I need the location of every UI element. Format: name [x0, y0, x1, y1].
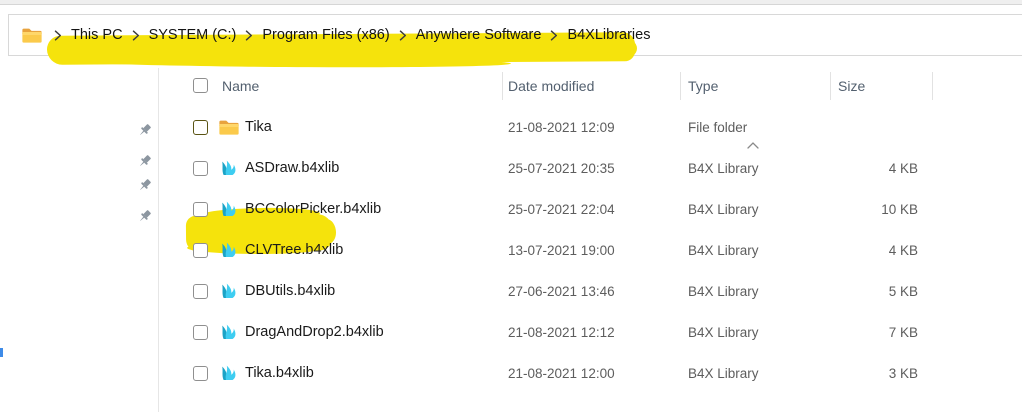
file-type: B4X Library: [688, 284, 759, 299]
file-name: ASDraw.b4xlib: [245, 160, 339, 176]
file-date-modified: 21-08-2021 12:09: [508, 120, 615, 135]
file-date-modified: 25-07-2021 22:04: [508, 202, 615, 217]
b4x-library-icon: [219, 158, 239, 178]
address-bar[interactable]: This PC SYSTEM (C:) Program Files (x86) …: [8, 14, 1022, 56]
breadcrumb-item[interactable]: This PC: [71, 27, 123, 43]
file-type: B4X Library: [688, 325, 759, 340]
chevron-right-icon: [245, 30, 253, 41]
column-header-type[interactable]: Type: [688, 78, 718, 94]
file-name: DBUtils.b4xlib: [245, 283, 335, 299]
b4x-library-icon: [219, 240, 239, 260]
folder-icon: [218, 118, 240, 137]
file-name: Tika.b4xlib: [245, 365, 314, 381]
file-type: B4X Library: [688, 161, 759, 176]
row-checkbox[interactable]: [193, 366, 208, 381]
address-folder-icon-slot: [21, 26, 43, 45]
breadcrumb-chevron-icon[interactable]: [54, 30, 62, 41]
breadcrumb-chevron-icon[interactable]: [132, 30, 140, 41]
file-size: 4 KB: [808, 161, 918, 176]
row-checkbox[interactable]: [193, 284, 208, 299]
file-size: 3 KB: [808, 366, 918, 381]
breadcrumb-chevron-icon[interactable]: [245, 30, 253, 41]
file-icon-slot: [218, 363, 240, 383]
file-row[interactable]: Tika 21-08-2021 12:09 File folder: [0, 107, 1022, 148]
file-icon-slot: [218, 199, 240, 219]
row-checkbox[interactable]: [193, 120, 208, 135]
chevron-right-icon: [550, 30, 558, 41]
file-size: 4 KB: [808, 243, 918, 258]
file-date-modified: 25-07-2021 20:35: [508, 161, 615, 176]
file-type: B4X Library: [688, 202, 759, 217]
chevron-right-icon: [54, 30, 62, 41]
file-icon-slot: [218, 158, 240, 178]
file-name: BCColorPicker.b4xlib: [245, 201, 381, 217]
b4x-library-icon: [219, 322, 239, 342]
breadcrumb-chevron-icon[interactable]: [399, 30, 407, 41]
file-name: CLVTree.b4xlib: [245, 242, 343, 258]
file-type: B4X Library: [688, 243, 759, 258]
column-header-size[interactable]: Size: [838, 78, 865, 94]
row-checkbox[interactable]: [193, 161, 208, 176]
select-all-checkbox[interactable]: [193, 78, 208, 93]
file-date-modified: 27-06-2021 13:46: [508, 284, 615, 299]
column-header-date-modified[interactable]: Date modified: [508, 78, 594, 94]
file-row[interactable]: DragAndDrop2.b4xlib 21-08-2021 12:12 B4X…: [0, 312, 1022, 353]
column-header-row: Name Date modified Type Size: [0, 70, 1022, 102]
file-icon-slot: [218, 281, 240, 301]
row-checkbox[interactable]: [193, 202, 208, 217]
file-size: 7 KB: [808, 325, 918, 340]
breadcrumb-chevron-icon[interactable]: [550, 30, 558, 41]
folder-icon: [21, 26, 43, 45]
file-size: 5 KB: [808, 284, 918, 299]
file-row[interactable]: BCColorPicker.b4xlib 25-07-2021 22:04 B4…: [0, 189, 1022, 230]
file-type: B4X Library: [688, 366, 759, 381]
file-type: File folder: [688, 120, 747, 135]
column-header-name[interactable]: Name: [222, 78, 259, 94]
file-name: DragAndDrop2.b4xlib: [245, 324, 384, 340]
file-name: Tika: [245, 119, 272, 135]
file-row[interactable]: CLVTree.b4xlib 13-07-2021 19:00 B4X Libr…: [0, 230, 1022, 271]
breadcrumb-item[interactable]: SYSTEM (C:): [149, 27, 237, 43]
chevron-right-icon: [132, 30, 140, 41]
b4x-library-icon: [219, 281, 239, 301]
file-date-modified: 13-07-2021 19:00: [508, 243, 615, 258]
row-checkbox[interactable]: [193, 325, 208, 340]
window-top-strip: [0, 0, 1022, 5]
file-row[interactable]: Tika.b4xlib 21-08-2021 12:00 B4X Library…: [0, 353, 1022, 394]
breadcrumb: This PC SYSTEM (C:) Program Files (x86) …: [9, 15, 650, 55]
breadcrumb-item[interactable]: B4XLibraries: [567, 27, 650, 43]
b4x-library-icon: [219, 363, 239, 383]
file-date-modified: 21-08-2021 12:00: [508, 366, 615, 381]
edge-artifact: [0, 348, 3, 357]
file-explorer-window: This PC SYSTEM (C:) Program Files (x86) …: [0, 0, 1022, 415]
file-icon-slot: [218, 322, 240, 342]
file-row[interactable]: ASDraw.b4xlib 25-07-2021 20:35 B4X Libra…: [0, 148, 1022, 189]
row-checkbox[interactable]: [193, 243, 208, 258]
b4x-library-icon: [219, 199, 239, 219]
file-date-modified: 21-08-2021 12:12: [508, 325, 615, 340]
chevron-right-icon: [399, 30, 407, 41]
breadcrumb-item[interactable]: Program Files (x86): [262, 27, 389, 43]
file-icon-slot: [218, 117, 240, 137]
file-row[interactable]: DBUtils.b4xlib 27-06-2021 13:46 B4X Libr…: [0, 271, 1022, 312]
file-size: 10 KB: [808, 202, 918, 217]
breadcrumb-item[interactable]: Anywhere Software: [416, 27, 542, 43]
file-icon-slot: [218, 240, 240, 260]
